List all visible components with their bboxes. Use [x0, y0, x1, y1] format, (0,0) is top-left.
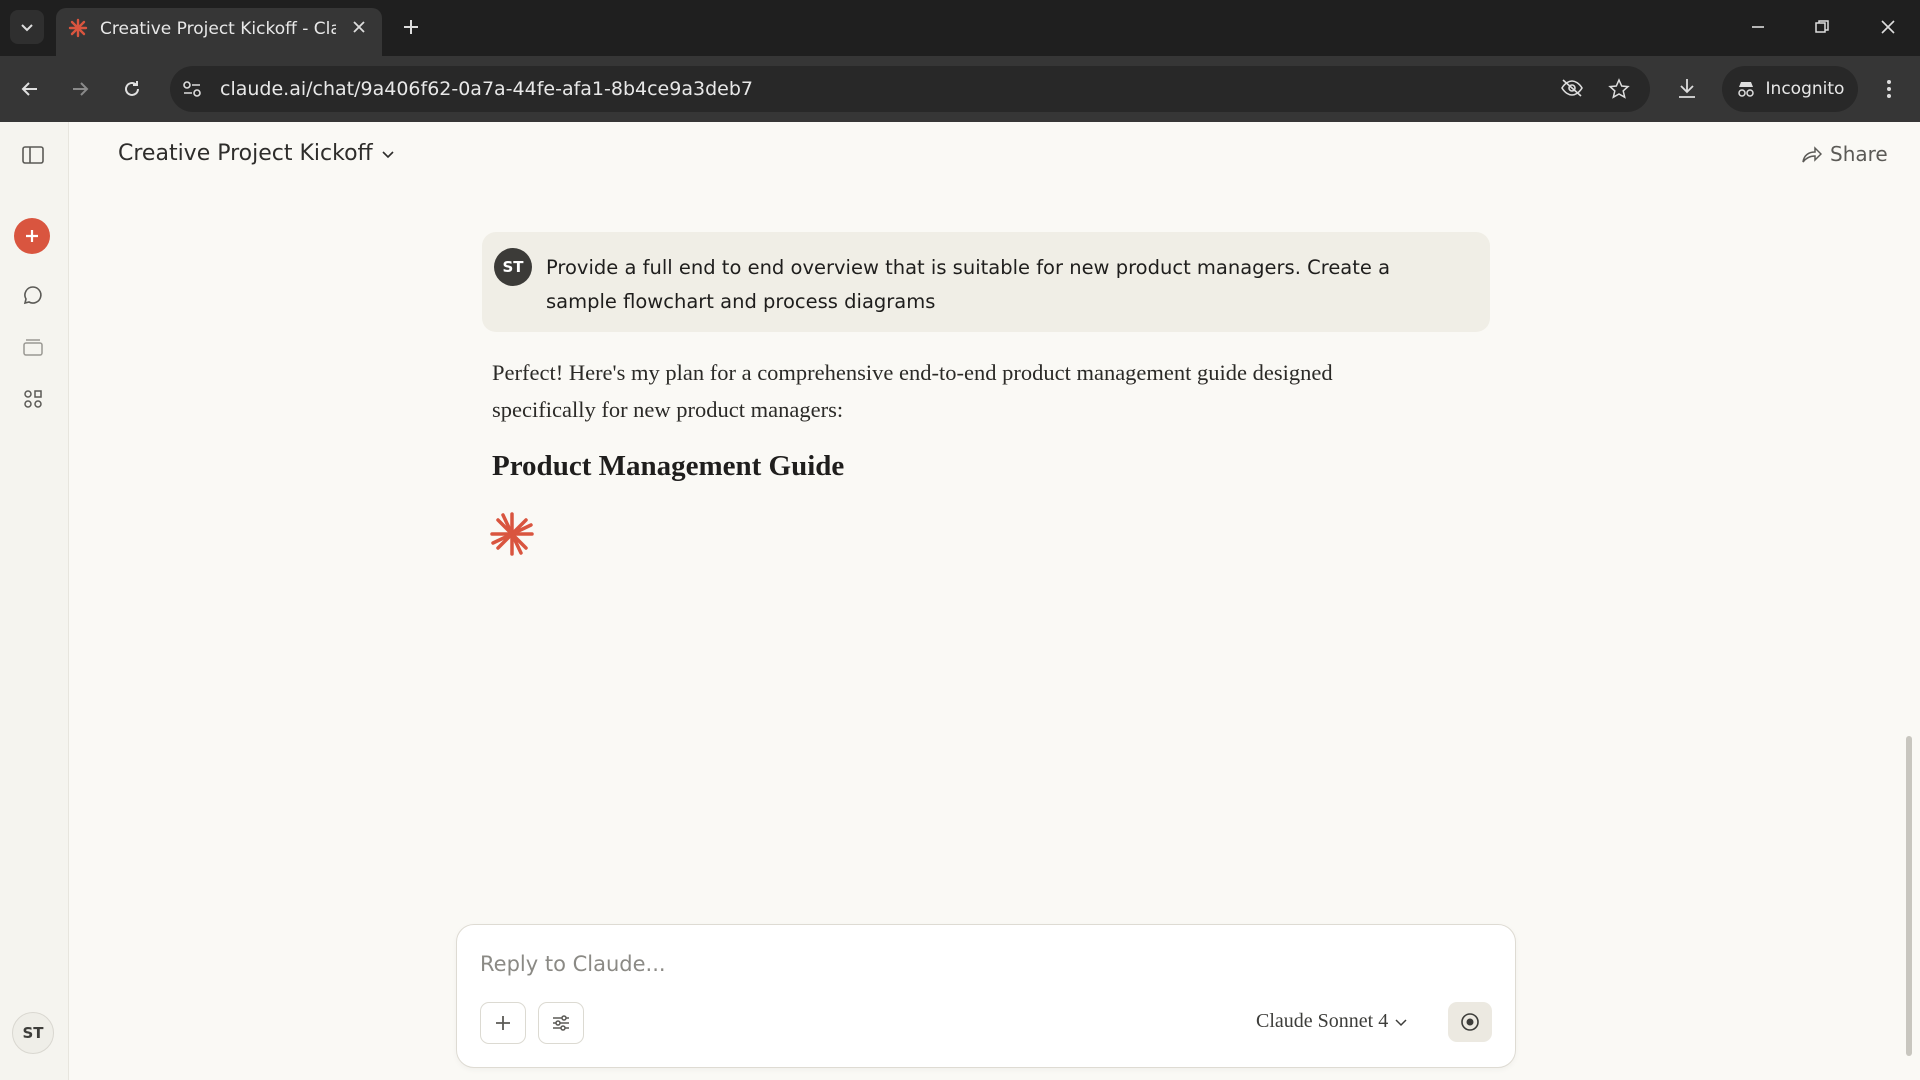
- voice-icon: [1461, 1013, 1479, 1031]
- forward-button[interactable]: [62, 71, 98, 107]
- claude-favicon-icon: [68, 18, 88, 38]
- incognito-badge[interactable]: Incognito: [1722, 66, 1858, 112]
- voice-mode-button[interactable]: [1448, 1002, 1492, 1042]
- model-selector[interactable]: Claude Sonnet 4: [1256, 1010, 1408, 1033]
- claude-spark-icon: [490, 512, 534, 556]
- model-label: Claude Sonnet 4: [1256, 1010, 1389, 1032]
- projects-icon: [23, 339, 43, 356]
- share-icon: [1802, 146, 1822, 163]
- arrow-right-icon: [73, 82, 89, 96]
- plus-icon: [26, 230, 38, 242]
- chats-button[interactable]: [14, 276, 52, 314]
- reload-icon: [125, 81, 139, 96]
- user-message-text: Provide a full end to end overview that …: [546, 256, 1391, 313]
- artifacts-button[interactable]: [14, 380, 52, 418]
- star-icon[interactable]: [1608, 78, 1630, 100]
- close-window-button[interactable]: [1868, 10, 1908, 44]
- new-tab-button[interactable]: [396, 12, 426, 42]
- url-text[interactable]: claude.ai/chat/9a406f62-0a7a-44fe-afa1-8…: [220, 78, 753, 100]
- projects-button[interactable]: [14, 328, 52, 366]
- close-icon: [1881, 20, 1895, 34]
- restore-icon: [1815, 20, 1829, 33]
- reply-input[interactable]: [478, 946, 1382, 982]
- user-avatar[interactable]: ST: [12, 1012, 54, 1054]
- chevron-down-icon: [382, 150, 394, 158]
- incognito-label: Incognito: [1765, 79, 1845, 99]
- sidebar: [0, 122, 69, 1080]
- tab-title: Creative Project Kickoff - Claude: [100, 19, 336, 39]
- browser-menu-button[interactable]: [1874, 74, 1904, 104]
- chevron-down-icon: [21, 24, 33, 32]
- scrollbar[interactable]: [1906, 736, 1912, 1056]
- assistant-message-heading: Product Management Guide: [492, 450, 845, 482]
- close-icon: [353, 21, 365, 33]
- sliders-icon: [553, 1015, 569, 1031]
- chat-bubble-icon: [23, 286, 42, 305]
- share-label: Share: [1830, 142, 1888, 166]
- close-tab-button[interactable]: [348, 16, 370, 38]
- more-vertical-icon: [1887, 80, 1891, 98]
- sidebar-icon: [22, 146, 44, 164]
- artifacts-icon: [24, 390, 42, 408]
- minimize-button[interactable]: [1738, 10, 1778, 44]
- restore-button[interactable]: [1802, 10, 1842, 44]
- reload-button[interactable]: [114, 71, 150, 107]
- download-icon[interactable]: [1676, 76, 1698, 100]
- tools-button[interactable]: [538, 1002, 584, 1044]
- assistant-message-text: Perfect! Here's my plan for a comprehens…: [492, 360, 1333, 422]
- incognito-icon: [1737, 82, 1754, 97]
- plus-icon: [496, 1016, 510, 1030]
- minimize-icon: [1752, 26, 1764, 28]
- back-button[interactable]: [12, 71, 48, 107]
- chevron-down-icon: [1395, 1018, 1407, 1026]
- toggle-sidebar-button[interactable]: [14, 136, 52, 174]
- eye-off-icon[interactable]: [1560, 78, 1584, 98]
- site-settings-icon[interactable]: [182, 80, 202, 98]
- arrow-left-icon: [21, 82, 37, 96]
- add-content-button[interactable]: [480, 1002, 526, 1044]
- conversation-title-button[interactable]: Creative Project Kickoff: [118, 141, 395, 166]
- share-button[interactable]: Share: [1800, 142, 1888, 166]
- user-message-avatar: ST: [494, 248, 532, 286]
- new-chat-button[interactable]: [14, 218, 50, 254]
- conversation-title: Creative Project Kickoff: [118, 141, 373, 166]
- plus-icon: [404, 20, 418, 34]
- tab-search-button[interactable]: [10, 10, 44, 44]
